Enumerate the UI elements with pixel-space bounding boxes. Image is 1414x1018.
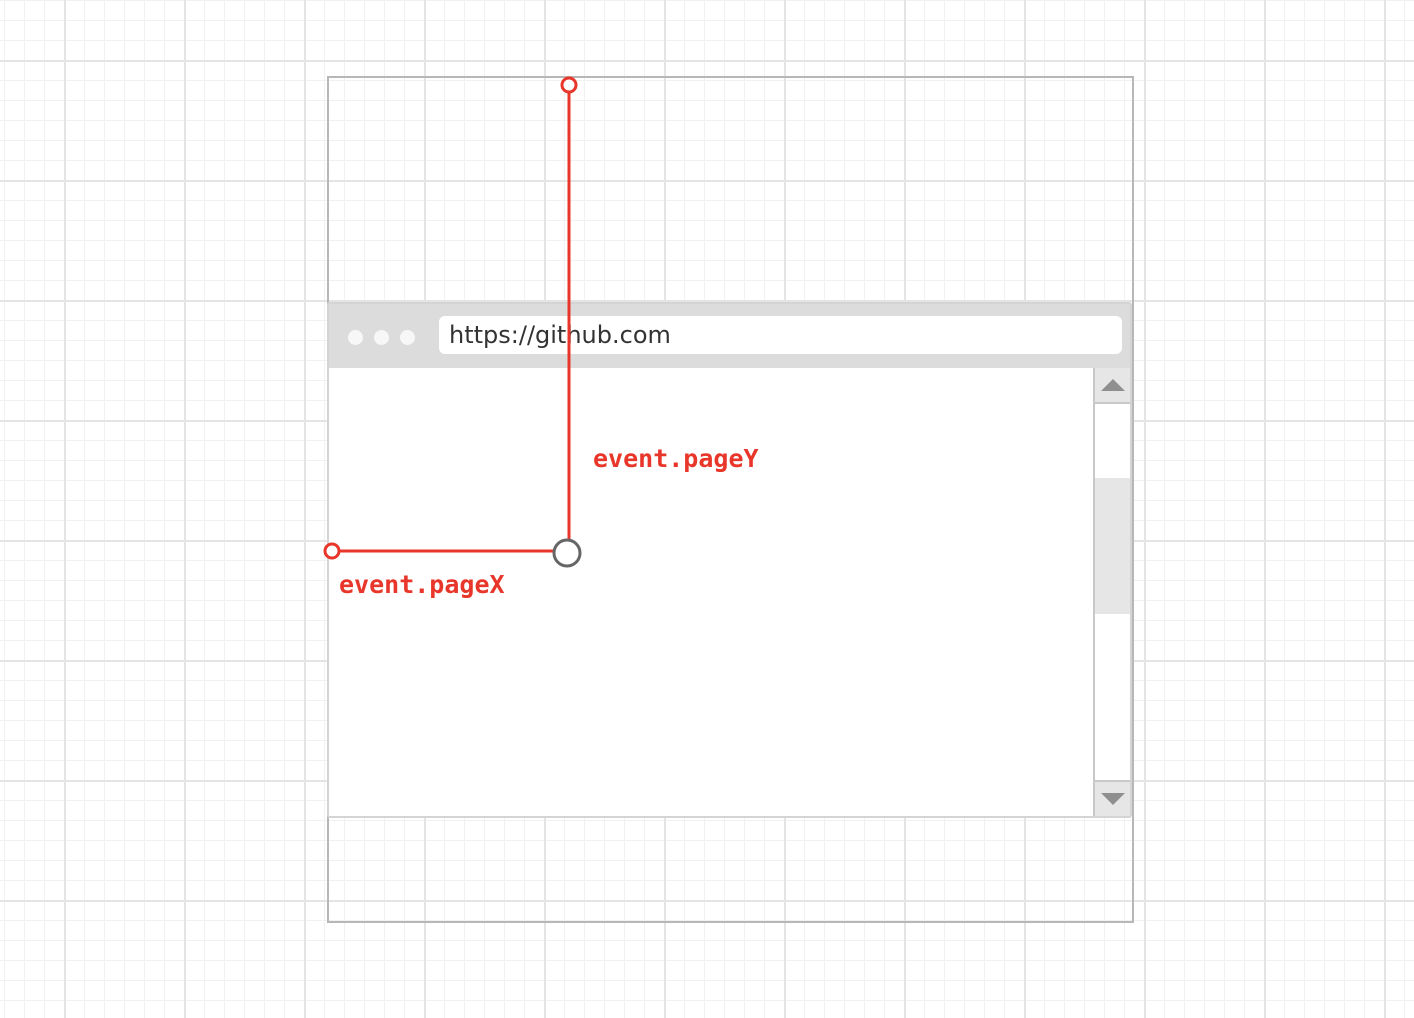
page-y-origin-marker bbox=[560, 76, 578, 94]
page-x-label: event.pageX bbox=[339, 570, 505, 599]
page-x-origin-marker bbox=[323, 542, 341, 560]
circle-cursor-icon bbox=[552, 538, 582, 568]
annotation-overlay bbox=[323, 76, 582, 568]
page-y-label: event.pageY bbox=[593, 444, 759, 473]
